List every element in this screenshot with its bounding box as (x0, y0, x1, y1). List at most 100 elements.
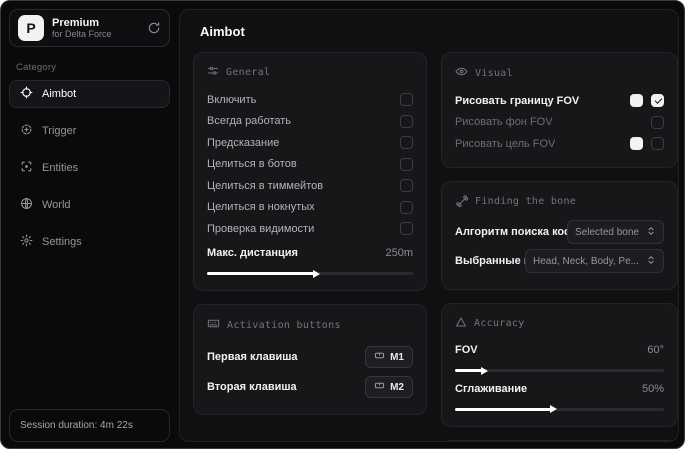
max-distance-value: 250m (385, 247, 413, 260)
sidebar-item-entities[interactable]: Entities (9, 154, 170, 182)
toggle-label: Целиться в ботов (207, 158, 297, 171)
refresh-icon[interactable] (147, 21, 161, 35)
bone-header: Finding the bone (455, 194, 664, 210)
brand-card: P Premium for Delta Force (9, 9, 170, 47)
page-title: Aimbot (200, 24, 245, 39)
bone-icon (455, 194, 469, 210)
sidebar-item-aimbot[interactable]: Aimbot (9, 80, 170, 108)
accuracy-header: Accuracy (455, 316, 664, 331)
second-key-value: M2 (390, 381, 404, 393)
fov-slider[interactable] (455, 369, 664, 372)
draw-fov-border-row: Рисовать границу FOV (455, 90, 664, 112)
toggle-row-always-work: Всегда работать (207, 111, 413, 133)
mouse-icon (374, 350, 385, 364)
toggle-label: Целиться в тиммейтов (207, 179, 324, 192)
smoothing-slider[interactable] (455, 407, 664, 411)
second-key-label: Вторая клавиша (207, 381, 297, 393)
toggle-label: Проверка видимости (207, 222, 315, 235)
checkbox[interactable] (651, 115, 664, 129)
activation-header: Activation buttons (207, 317, 413, 333)
bone-header-label: Finding the bone (475, 196, 577, 207)
visual-header: Visual (455, 65, 664, 81)
checkbox[interactable] (400, 136, 413, 150)
toggle-label: Целиться в нокнутых (207, 201, 315, 214)
general-card: General Включить Всегда работать Предска… (193, 52, 427, 291)
checkbox[interactable] (400, 179, 413, 193)
bone-algorithm-select[interactable]: Selected bone (567, 220, 664, 244)
selected-bones-select[interactable]: Head, Neck, Body, Pe... (525, 249, 664, 273)
sidebar-item-trigger[interactable]: Trigger (9, 117, 170, 145)
chevron-up-down-icon (646, 255, 656, 268)
checkbox[interactable] (400, 93, 413, 107)
globe-icon (20, 197, 33, 213)
first-key-label: Первая клавиша (207, 351, 298, 363)
toggle-row-visibility-check: Проверка видимости (207, 218, 413, 240)
sidebar: P Premium for Delta Force Category Aimbo… (1, 1, 178, 448)
checkbox[interactable] (651, 94, 664, 108)
sidebar-item-settings[interactable]: Settings (9, 228, 170, 256)
accuracy-header-label: Accuracy (474, 317, 525, 329)
draw-fov-background-row: Рисовать фон FOV (455, 112, 664, 134)
first-key-value: M1 (390, 351, 404, 363)
smoothing-row: Сглаживание 50% (455, 378, 664, 400)
sliders-icon (207, 65, 219, 80)
first-key-bind-button[interactable]: M1 (365, 346, 413, 368)
fov-target-color-swatch[interactable] (630, 137, 643, 151)
entities-icon (20, 160, 33, 176)
second-key-bind-button[interactable]: M2 (365, 376, 413, 398)
category-label: Category (16, 62, 57, 73)
visual-card: Visual Рисовать границу FOV Рисовать фон… (441, 52, 678, 168)
general-header-label: General (226, 67, 271, 78)
max-distance-slider[interactable] (207, 272, 413, 275)
sidebar-item-label: Trigger (42, 125, 77, 137)
sidebar-item-label: Aimbot (42, 88, 77, 100)
draw-fov-background-label: Рисовать фон FOV (455, 116, 553, 129)
switch-delay-card: Switch Delay Задержка переключения Задер… (441, 439, 678, 441)
toggle-row-prediction: Предсказание (207, 132, 413, 154)
app-window: P Premium for Delta Force Category Aimbo… (0, 0, 685, 449)
bone-algorithm-value: Selected bone (575, 226, 639, 238)
checkbox[interactable] (400, 114, 413, 128)
smoothing-slider-block: Сглаживание 50% (455, 378, 664, 411)
max-distance-row: Макс. дистанция 250m (207, 243, 413, 265)
main-panel: Aimbot General Включить Всегда работать … (179, 9, 679, 442)
activation-card: Activation buttons Первая клавиша M1 Вто… (193, 304, 427, 415)
max-distance-slider-block: Макс. дистанция 250m (207, 243, 413, 275)
sidebar-item-label: Entities (42, 162, 79, 174)
second-key-row: Вторая клавиша M2 (207, 372, 413, 402)
checkbox[interactable] (400, 157, 413, 171)
delta-icon (455, 316, 467, 331)
brand-logo: P (18, 15, 44, 41)
sidebar-item-world[interactable]: World (9, 191, 170, 219)
bone-algorithm-row: Алгоритм поиска кост Selected bone (455, 219, 664, 246)
general-header: General (207, 65, 413, 80)
toggle-row-enable: Включить (207, 89, 413, 111)
session-duration: Session duration: 4m 22s (9, 409, 170, 442)
keyboard-icon (207, 317, 220, 333)
smoothing-value: 50% (641, 382, 664, 395)
toggle-label: Всегда работать (207, 115, 292, 128)
checkbox[interactable] (400, 222, 413, 236)
toggle-label: Предсказание (207, 136, 280, 149)
selected-bones-label: Выбранные кос (455, 255, 525, 267)
selected-bones-value: Head, Neck, Body, Pe... (533, 255, 639, 267)
checkbox[interactable] (400, 200, 413, 214)
activation-header-label: Activation buttons (227, 319, 341, 331)
draw-fov-target-row: Рисовать цель FOV (455, 133, 664, 155)
gear-icon (20, 234, 33, 250)
fov-value: 60° (647, 344, 664, 357)
eye-icon (455, 65, 468, 81)
brand-subtitle: for Delta Force (52, 29, 112, 40)
first-key-row: Первая клавиша M1 (207, 342, 413, 372)
toggle-label: Включить (207, 93, 257, 106)
crosshair-icon (20, 86, 33, 102)
sidebar-item-label: Settings (42, 236, 82, 248)
selected-bones-row: Выбранные кос Head, Neck, Body, Pe... (455, 248, 664, 275)
fov-border-color-swatch[interactable] (630, 94, 643, 108)
draw-fov-target-label: Рисовать цель FOV (455, 137, 556, 150)
fov-row: FOV 60° (455, 340, 664, 362)
checkbox[interactable] (651, 137, 664, 151)
toggle-row-target-knocked: Целиться в нокнутых (207, 197, 413, 219)
fov-label: FOV (455, 344, 478, 357)
smoothing-label: Сглаживание (455, 382, 528, 395)
